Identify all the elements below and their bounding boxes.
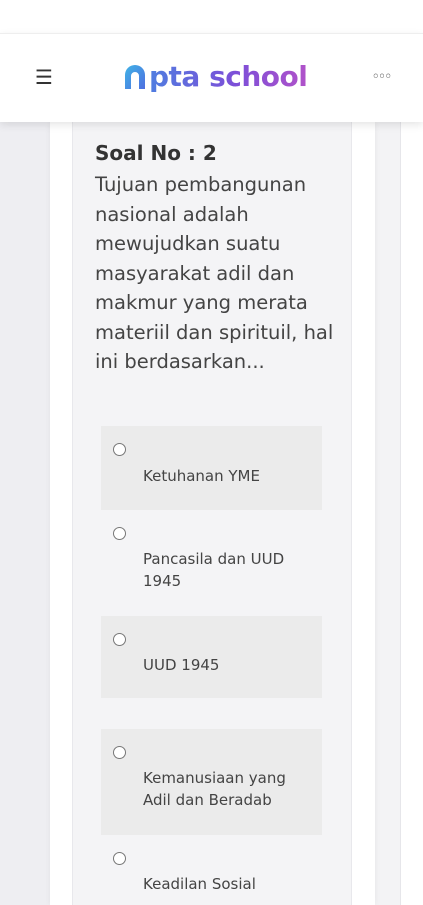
right-panel-edge [400,121,423,905]
left-gutter [0,121,50,905]
answer-option-2[interactable]: Pancasila dan UUD 1945 [101,510,322,608]
question-number: Soal No : 2 [95,141,217,165]
answer-option-1[interactable]: Ketuhanan YME [101,426,322,510]
radio-button-2[interactable] [113,527,126,540]
answer-option-4[interactable]: Kemanusiaan yang Adil dan Beradab [101,729,322,835]
option-label-3: UUD 1945 [143,656,220,674]
option-label-1: Ketuhanan YME [143,467,260,485]
answer-option-3[interactable]: UUD 1945 [101,616,322,698]
question-text: Tujuan pembangunan nasional adalah mewuj… [95,173,334,373]
radio-button-3[interactable] [113,633,126,646]
logo-text: pta school [149,59,308,93]
app-header: ☰ pta school ◦◦◦ [0,33,423,122]
radio-button-4[interactable] [113,746,126,759]
radio-button-5[interactable] [113,852,126,865]
hamburger-icon[interactable]: ☰ [32,62,56,92]
page: Soal No : 2 Tujuan pembangunan nasional … [0,0,423,905]
app-logo[interactable]: pta school [122,56,308,96]
answer-option-5[interactable]: Keadilan Sosial [101,835,322,905]
logo-mark-icon [125,65,145,89]
option-label-2: Pancasila dan UUD 1945 [143,550,285,590]
option-label-5: Keadilan Sosial [143,875,256,893]
radio-button-1[interactable] [113,443,126,456]
more-dots-icon[interactable]: ◦◦◦ [366,62,396,92]
option-label-4: Kemanusiaan yang Adil dan Beradab [143,769,286,809]
